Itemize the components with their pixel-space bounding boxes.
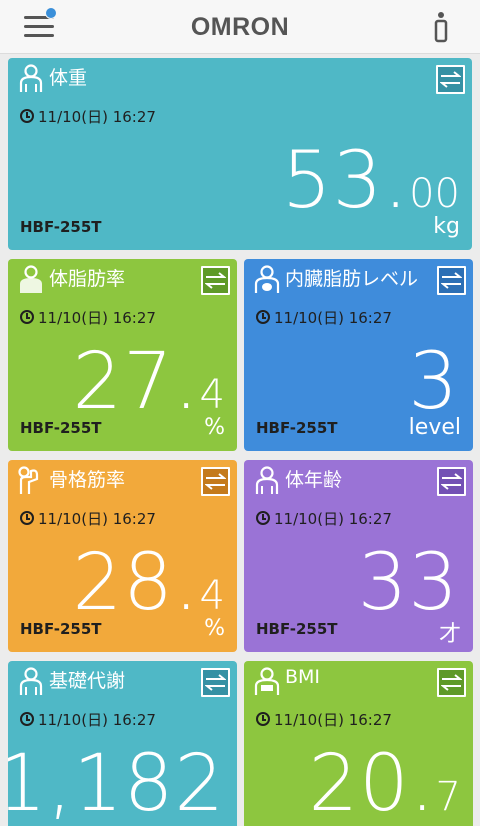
time-text: 11/10(日) 16:27 [274,510,392,528]
unit-label: kg [433,214,460,239]
value-integer: 27. [72,337,200,427]
value-decimal: 00 [409,171,460,217]
card-title: 体重 [49,67,88,89]
value-integer: 1,182 [8,739,225,826]
unit-label: level [408,415,461,440]
measure-time: 11/10(日) 16:27 [20,307,156,328]
card-title: 体脂肪率 [49,268,126,290]
time-text: 11/10(日) 16:27 [38,510,156,528]
device-model: HBF-255T [20,218,102,236]
visceral-fat-card[interactable]: 内臓脂肪レベル 11/10(日) 16:27 3 HBF-255T level [244,259,473,451]
measure-time: 11/10(日) 16:27 [20,508,156,529]
device-model: HBF-255T [20,620,102,638]
clock-icon [20,712,34,726]
time-text: 11/10(日) 16:27 [38,711,156,729]
basal-metabolism-value: 1,182 [8,745,225,823]
unit-label: % [204,415,225,440]
clock-icon [256,310,270,324]
clock-icon [256,511,270,525]
switch-button[interactable] [437,467,466,496]
time-text: 11/10(日) 16:27 [274,309,392,327]
swap-icon [440,71,461,88]
card-title: 内臓脂肪レベル [285,268,419,290]
value-integer: 53. [282,136,410,226]
measure-time: 11/10(日) 16:27 [256,307,392,328]
value-integer: 3 [408,337,459,427]
person-fat-icon [20,265,42,293]
muscle-arm-icon [18,466,39,494]
time-text: 11/10(日) 16:27 [274,711,392,729]
person-visceral-icon [254,265,280,293]
skeletal-muscle-value: 28.4 [73,544,226,622]
swap-icon [205,473,226,490]
basal-metabolism-card[interactable]: 基礎代謝 11/10(日) 16:27 1,182 [8,661,237,826]
bmi-value: 20.7 [309,745,462,823]
weight-value: 53.00 [282,142,460,220]
info-icon [434,12,448,43]
person-icon [255,466,279,494]
swap-icon [205,674,226,691]
measure-time: 11/10(日) 16:27 [256,508,392,529]
swap-icon [441,473,462,490]
value-decimal: 7 [435,774,461,820]
time-text: 11/10(日) 16:27 [38,309,156,327]
visceral-fat-value: 3 [408,343,459,421]
switch-button[interactable] [201,266,230,295]
card-title: BMI [285,666,321,688]
person-icon [19,64,43,92]
card-title: 体年齢 [285,469,343,491]
card-title: 骨格筋率 [49,469,126,491]
card-title: 基礎代謝 [49,670,126,692]
device-model: HBF-255T [256,419,338,437]
value-integer: 20. [308,739,436,826]
value-integer: 28. [72,538,200,628]
unit-label: 才 [438,622,461,647]
app-header: OMRON [0,0,480,54]
body-age-card[interactable]: 体年齢 11/10(日) 16:27 33 HBF-255T 才 [244,460,473,652]
device-model: HBF-255T [256,620,338,638]
body-fat-card[interactable]: 体脂肪率 11/10(日) 16:27 27.4 HBF-255T % [8,259,237,451]
clock-icon [256,712,270,726]
body-fat-value: 27.4 [73,343,226,421]
measure-time: 11/10(日) 16:27 [20,106,156,127]
measure-time: 11/10(日) 16:27 [256,709,392,730]
brand-logo: OMRON [190,13,290,41]
device-model: HBF-255T [20,419,102,437]
bmi-card[interactable]: BMI 11/10(日) 16:27 20.7 [244,661,473,826]
value-integer: 33 [357,538,459,628]
value-decimal: 4 [199,573,225,619]
swap-icon [205,272,226,289]
swap-icon [441,674,462,691]
switch-button[interactable] [201,467,230,496]
switch-button[interactable] [436,65,465,94]
body-age-value: 33 [358,544,459,622]
unit-label: % [204,616,225,641]
weight-card[interactable]: 体重 11/10(日) 16:27 53.00 HBF-255T kg [8,58,472,250]
switch-button[interactable] [437,266,466,295]
switch-button[interactable] [437,668,466,697]
swap-icon [441,272,462,289]
info-button[interactable] [432,11,450,43]
person-icon [19,667,43,695]
clock-icon [20,109,34,123]
time-text: 11/10(日) 16:27 [38,108,156,126]
clock-icon [20,310,34,324]
clock-icon [20,511,34,525]
skeletal-muscle-card[interactable]: 骨格筋率 11/10(日) 16:27 28.4 HBF-255T % [8,460,237,652]
measure-time: 11/10(日) 16:27 [20,709,156,730]
value-decimal: 4 [199,372,225,418]
switch-button[interactable] [201,668,230,697]
person-bmi-icon [254,667,280,695]
